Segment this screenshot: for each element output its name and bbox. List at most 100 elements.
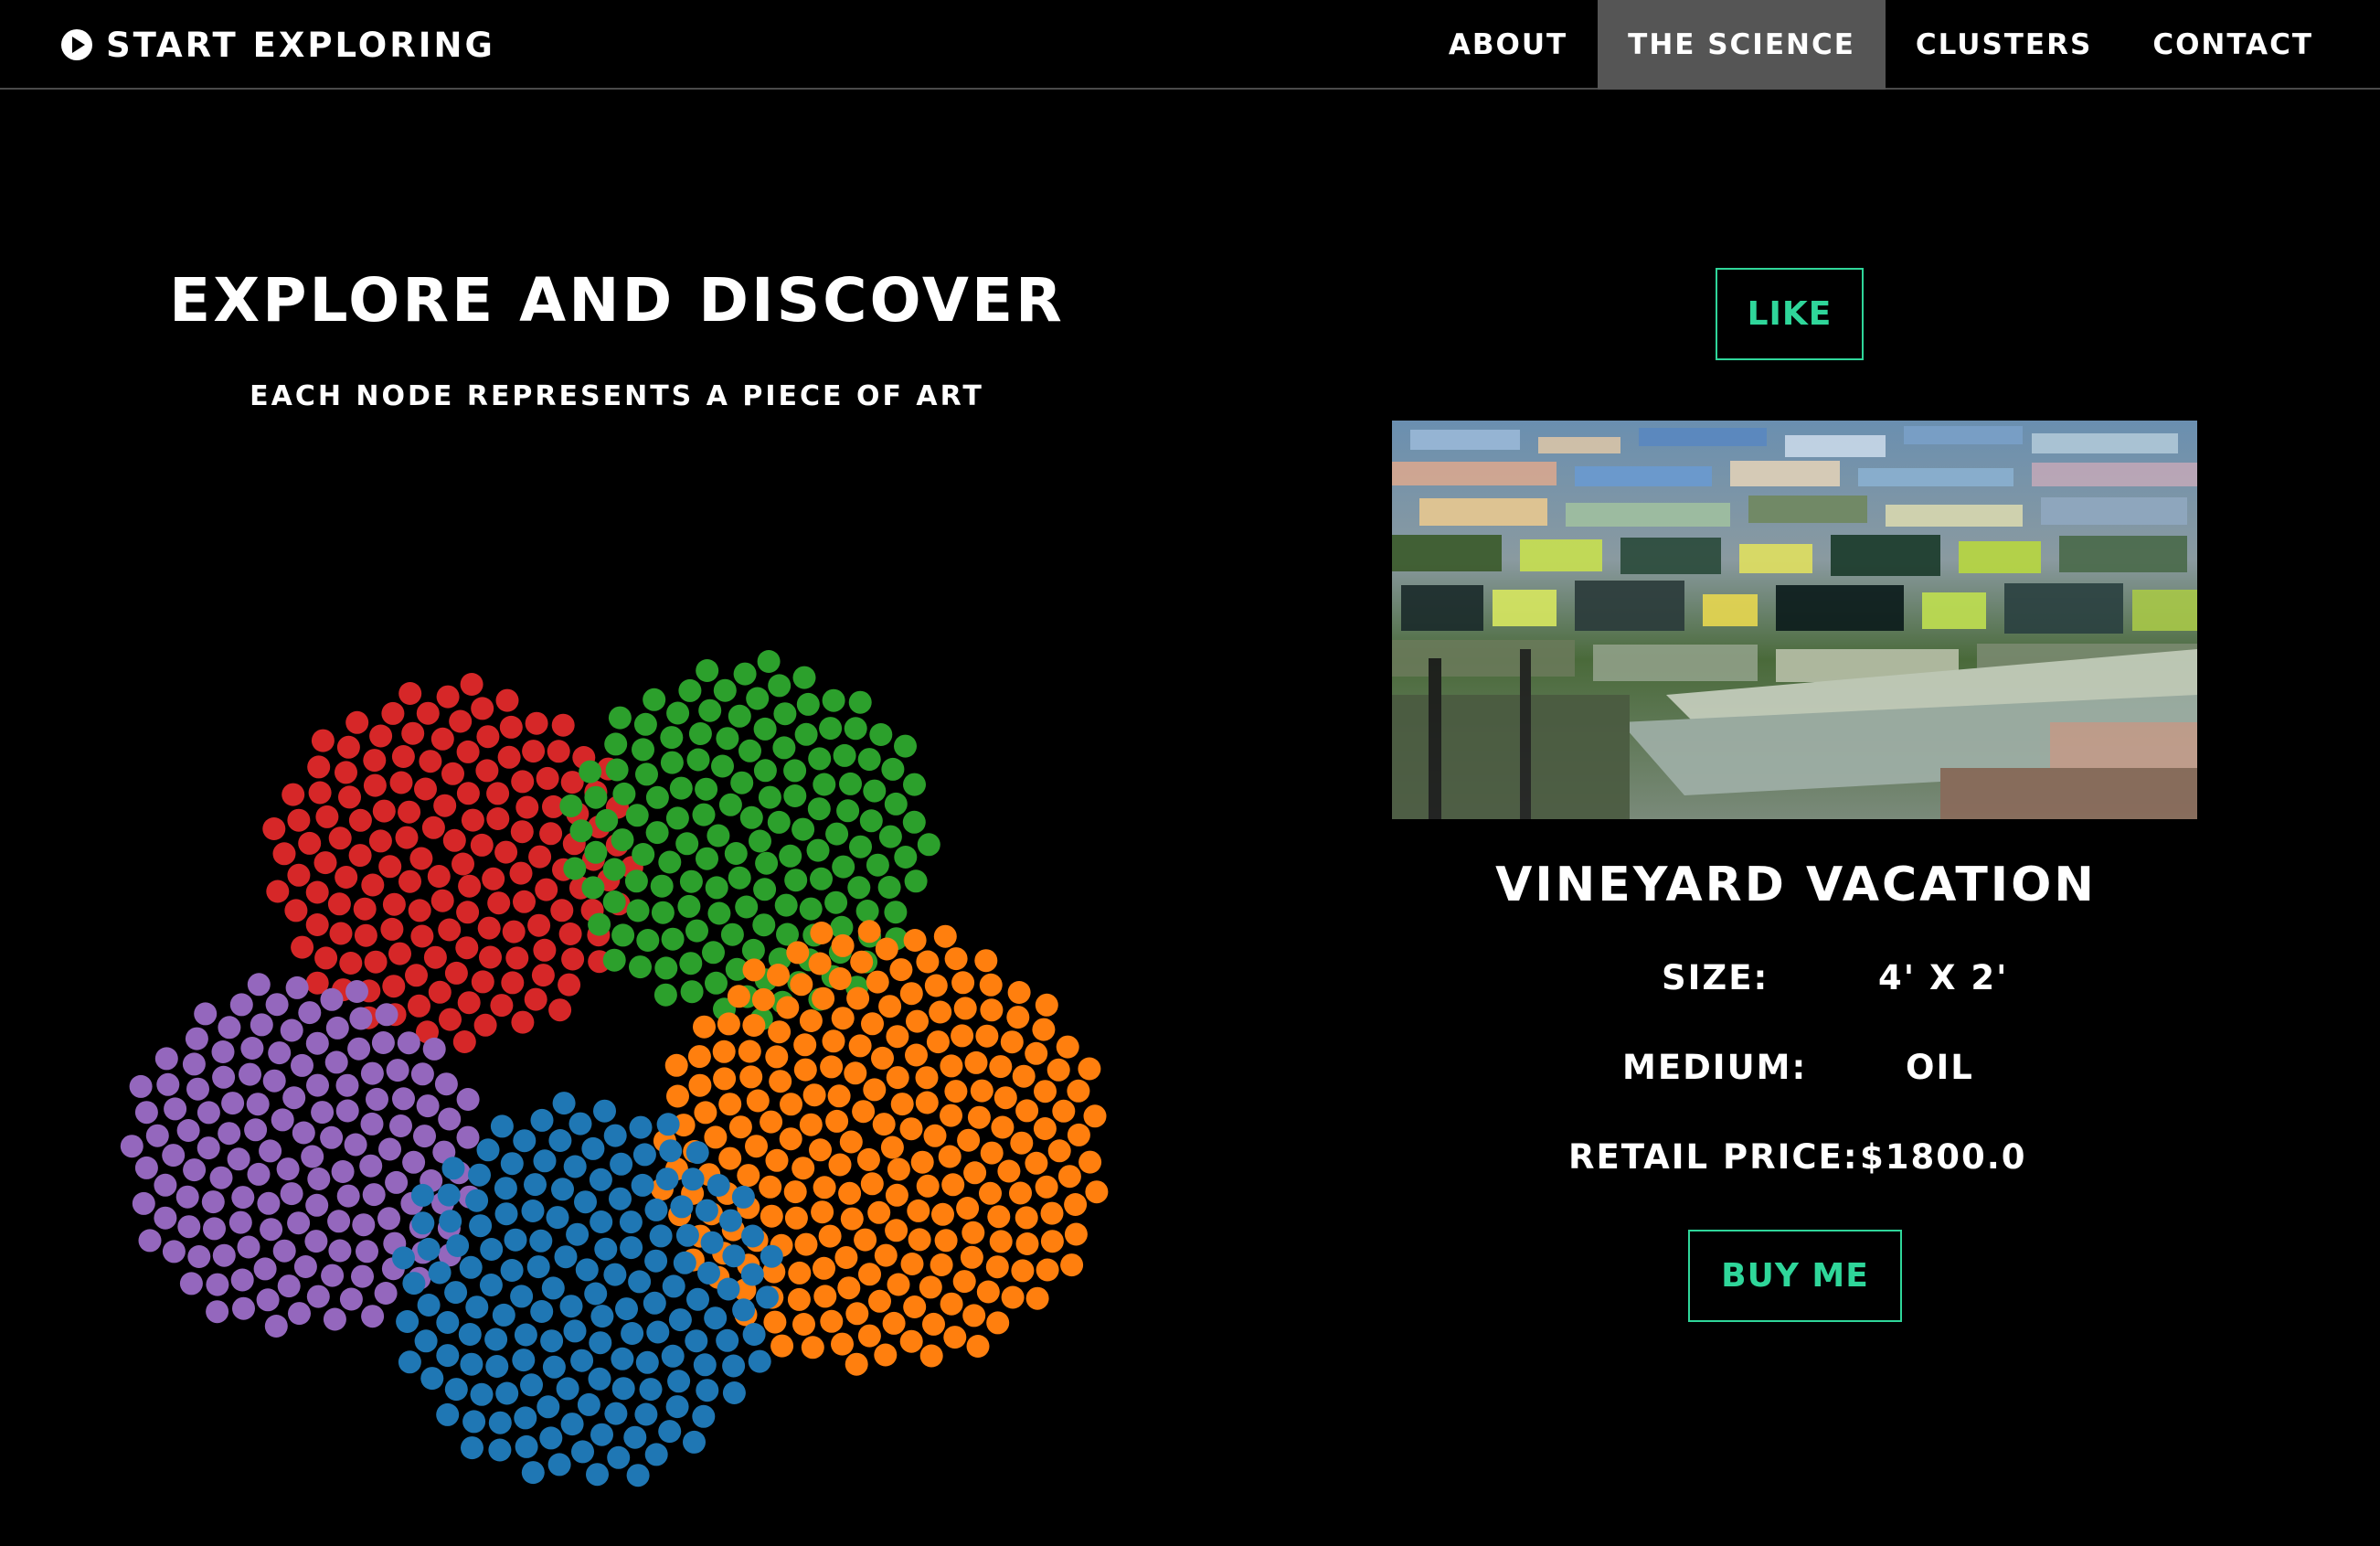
art-node[interactable] [345,710,369,734]
art-node[interactable] [311,1101,335,1125]
art-node[interactable] [919,1275,942,1299]
art-node[interactable] [724,842,748,865]
art-node[interactable] [779,844,802,868]
art-node[interactable] [323,1307,346,1331]
art-node[interactable] [209,1166,233,1189]
art-node[interactable] [410,1183,434,1207]
art-node[interactable] [702,941,725,965]
art-node[interactable] [1033,1117,1057,1140]
art-node[interactable] [381,701,405,725]
art-node[interactable] [993,1086,1017,1110]
art-node[interactable] [833,743,856,767]
art-node[interactable] [348,808,372,832]
art-node[interactable] [960,1245,983,1269]
art-node[interactable] [793,1033,817,1057]
art-node[interactable] [325,1016,349,1040]
art-node[interactable] [661,1344,685,1368]
art-node[interactable] [662,1274,685,1298]
art-node[interactable] [420,1367,444,1391]
art-node[interactable] [179,1272,203,1295]
art-node[interactable] [611,1347,634,1370]
art-node[interactable] [444,961,468,985]
art-node[interactable] [799,1113,823,1136]
art-node[interactable] [206,1273,229,1296]
art-node[interactable] [874,1343,898,1367]
art-node[interactable] [548,1129,572,1152]
art-node[interactable] [1067,1123,1090,1146]
art-node[interactable] [218,1016,241,1040]
art-node[interactable] [132,1191,155,1215]
art-node[interactable] [563,1319,587,1343]
art-node[interactable] [866,853,889,877]
art-node[interactable] [581,876,605,900]
art-node[interactable] [524,987,547,1011]
art-node[interactable] [828,1153,852,1177]
like-button[interactable]: LIKE [1716,268,1864,360]
art-node[interactable] [603,1124,627,1147]
art-node[interactable] [731,1185,755,1209]
art-node[interactable] [272,842,296,866]
art-node[interactable] [456,1125,480,1149]
art-node[interactable] [934,1229,958,1253]
art-node[interactable] [980,1141,1004,1165]
art-node[interactable] [784,869,808,892]
art-node[interactable] [515,1434,538,1458]
art-node[interactable] [437,1183,461,1207]
art-node[interactable] [852,1100,876,1124]
art-node[interactable] [836,799,860,823]
art-node[interactable] [722,1354,746,1378]
art-node[interactable] [554,1245,578,1269]
art-cluster-graph[interactable] [0,549,1280,1546]
art-node[interactable] [291,1053,313,1077]
art-node[interactable] [471,697,494,720]
art-node[interactable] [402,1150,426,1174]
art-node[interactable] [120,1135,143,1158]
art-node[interactable] [767,810,791,834]
art-node[interactable] [894,734,917,758]
art-node[interactable] [590,1305,614,1328]
art-node[interactable] [1040,1230,1064,1253]
art-node[interactable] [589,1331,612,1355]
art-node[interactable] [457,991,481,1015]
art-node[interactable] [175,1185,199,1209]
art-node[interactable] [575,1258,599,1282]
art-node[interactable] [763,1310,787,1334]
art-node[interactable] [380,917,404,941]
art-node[interactable] [307,755,331,779]
art-node[interactable] [831,933,855,957]
art-node[interactable] [354,923,377,947]
art-node[interactable] [963,1161,987,1185]
art-node[interactable] [253,1257,277,1281]
art-node[interactable] [511,770,535,794]
art-node[interactable] [430,889,454,912]
art-node[interactable] [944,1080,968,1104]
art-node[interactable] [570,1349,594,1372]
art-node[interactable] [336,735,360,759]
art-node[interactable] [651,901,675,924]
art-node[interactable] [813,1256,835,1280]
art-node[interactable] [362,1183,386,1207]
art-node[interactable] [505,946,529,970]
nav-the-science[interactable]: THE SCIENCE [1598,0,1886,90]
art-node[interactable] [716,727,739,751]
art-node[interactable] [320,987,344,1011]
art-node[interactable] [512,1349,536,1372]
art-node[interactable] [411,1211,435,1235]
art-node[interactable] [526,1255,550,1279]
art-node[interactable] [293,1255,317,1278]
art-node[interactable] [787,1287,811,1311]
art-node[interactable] [456,782,480,805]
art-node[interactable] [328,1239,352,1263]
art-node[interactable] [547,1453,571,1477]
art-node[interactable] [857,920,881,944]
art-node[interactable] [528,845,552,869]
art-node[interactable] [966,1335,990,1358]
art-node[interactable] [872,1113,896,1136]
art-node[interactable] [1078,1057,1101,1081]
art-node[interactable] [632,843,655,866]
art-node[interactable] [698,698,722,722]
art-node[interactable] [291,935,314,959]
art-node[interactable] [849,835,872,858]
art-node[interactable] [559,1295,583,1318]
art-node[interactable] [941,1173,965,1197]
